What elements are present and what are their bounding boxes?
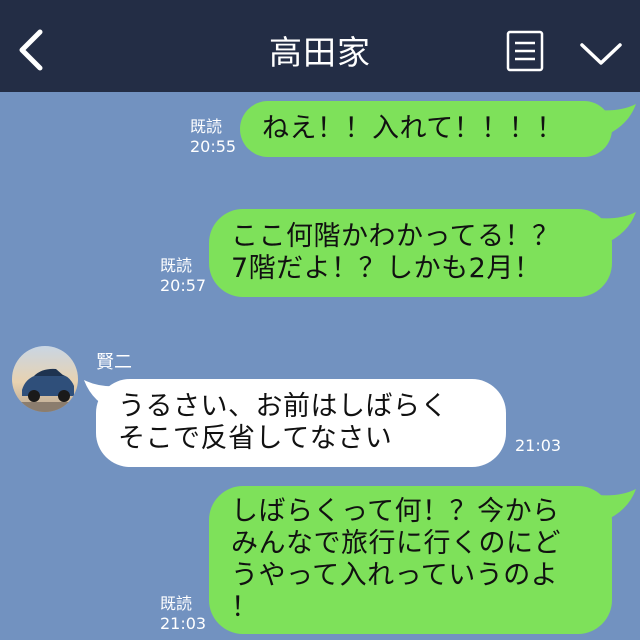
message-time: 21:03: [160, 614, 207, 633]
chevron-down-icon[interactable]: [578, 40, 624, 68]
read-receipt: 既読: [190, 117, 223, 136]
message-line: そこで反省してなさい: [118, 423, 393, 454]
message-time: 20:57: [160, 276, 207, 295]
message-bubble[interactable]: ここ何階かわかってる！？ 7階だよ！？しかも2月！: [209, 209, 612, 297]
message-meta: 既読 20:57: [160, 256, 206, 296]
message-bubble[interactable]: うるさい、お前はしばらく そこで反省してなさい: [96, 379, 506, 467]
message-bubble[interactable]: ねえ！！入れて！！！！: [240, 101, 612, 157]
message-line: 7階だよ！？しかも2月！: [231, 253, 542, 284]
read-receipt: 既読: [160, 256, 193, 275]
sender-name: 賢二: [96, 352, 132, 373]
chat-title: 高田家: [269, 33, 371, 72]
message-time: 21:03: [515, 436, 562, 455]
menu-list-icon[interactable]: [506, 30, 544, 72]
read-receipt: 既読: [160, 594, 193, 613]
message-meta: 既読 20:55: [190, 117, 236, 157]
message-line: ！: [231, 592, 259, 623]
message-line: うるさい、お前はしばらく: [118, 391, 448, 422]
message-line: うやって入れっていうのよ: [231, 560, 559, 591]
message-meta: 既読 21:03: [160, 594, 206, 634]
avatar[interactable]: [12, 346, 78, 412]
message-time: 20:55: [190, 137, 237, 156]
car-avatar-image: [12, 346, 78, 412]
chat-header: 高田家: [0, 0, 640, 92]
message-line: ここ何階かわかってる！？: [231, 221, 560, 252]
message-line: しばらくって何！？今から: [231, 496, 560, 527]
message-text: ねえ！！入れて！！！！: [262, 113, 564, 144]
message-bubble[interactable]: しばらくって何！？今から みんなで旅行に行くのにど うやって入れっていうのよ ！: [209, 486, 612, 634]
message-line: みんなで旅行に行くのにど: [231, 528, 561, 559]
